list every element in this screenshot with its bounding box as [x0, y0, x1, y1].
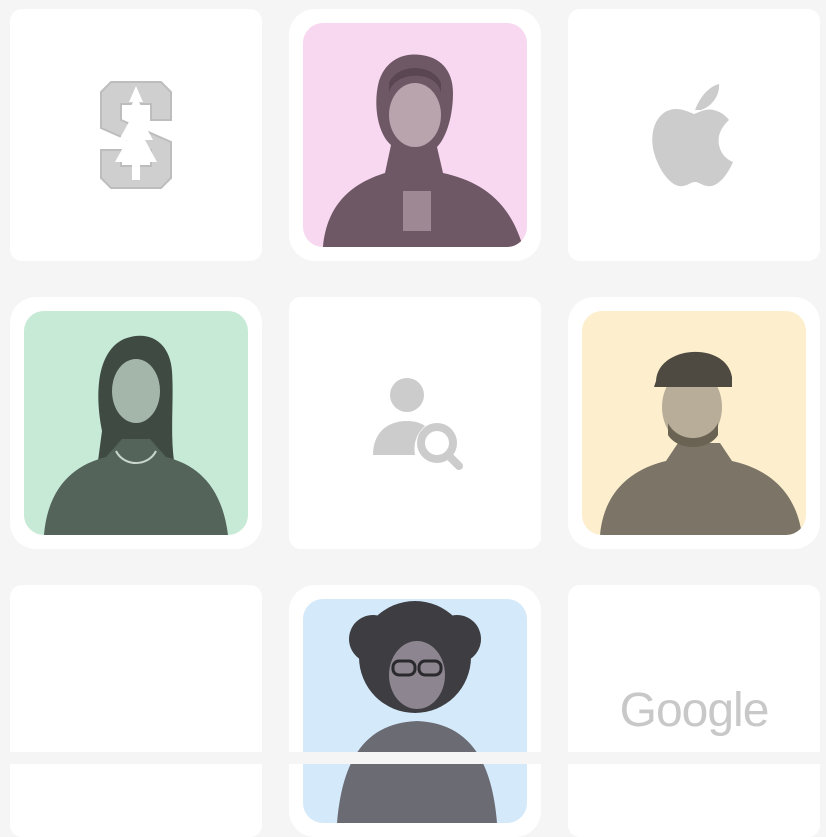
user-search-icon [373, 378, 463, 470]
apple-logo-icon [652, 84, 733, 187]
person-hoodie-photo [323, 54, 523, 247]
logo-people-grid: Google [0, 0, 826, 837]
bottom-fade [0, 752, 826, 764]
empty-card [10, 585, 262, 837]
person-photo [303, 599, 527, 823]
apple-card [568, 9, 820, 261]
person-photo [582, 311, 806, 535]
search-user-card [289, 297, 541, 549]
person-card-1 [289, 9, 541, 261]
person-card-3 [568, 297, 820, 549]
stanford-card [10, 9, 262, 261]
person-cap-photo [600, 351, 802, 535]
google-logo-icon: Google [619, 684, 770, 737]
person-card-4 [289, 585, 541, 837]
person-photo [303, 23, 527, 247]
stanford-logo-icon [100, 81, 172, 189]
person-woman-photo [44, 335, 228, 535]
google-card: Google [568, 585, 820, 837]
person-card-2 [10, 297, 262, 549]
person-photo [24, 311, 248, 535]
person-curly-photo [337, 601, 497, 823]
